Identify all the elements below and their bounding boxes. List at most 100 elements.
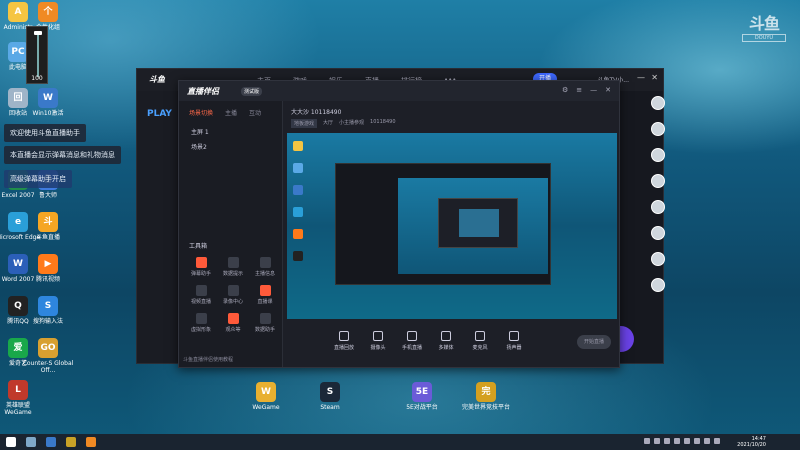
tray-icon[interactable]: [704, 438, 710, 444]
app-icon: S: [38, 296, 58, 316]
taskbar-app-icon[interactable]: [86, 437, 96, 447]
close-icon[interactable]: ✕: [605, 86, 611, 94]
desktop-icon[interactable]: 完完美世界竞技平台: [460, 382, 512, 411]
media-button[interactable]: 多媒体: [429, 331, 463, 351]
tool-item[interactable]: 数据助手: [249, 313, 281, 333]
app-icon: GO: [38, 338, 58, 358]
speaker-button[interactable]: 扬声器: [497, 331, 531, 351]
app-icon: W: [256, 382, 276, 402]
tab-interact[interactable]: 互动: [249, 108, 261, 117]
tray-icon[interactable]: [644, 438, 650, 444]
volume-value: 100: [31, 75, 43, 82]
tool-item[interactable]: 直播课: [249, 285, 281, 305]
tool-item[interactable]: 虚拟形象: [185, 313, 217, 333]
replay-label: 直播回放: [333, 345, 354, 351]
tool-item[interactable]: 录像中心: [217, 285, 249, 305]
desktop-icon-label: Win10激活: [32, 110, 64, 117]
tool-label: 虚拟形象: [190, 327, 211, 333]
app-icon: 斗: [38, 212, 58, 232]
camera-icon: [373, 331, 383, 341]
tutorial-notice[interactable]: 斗鱼直播伴侣使用教程: [183, 356, 233, 363]
start-button-icon[interactable]: [6, 437, 16, 447]
replay-button[interactable]: 直播回放: [327, 331, 361, 351]
avatar[interactable]: [651, 174, 665, 188]
speaker-icon: [509, 331, 519, 341]
watermark-text: DOUYU: [742, 34, 786, 42]
tool-item[interactable]: 观众等: [217, 313, 249, 333]
room-tag[interactable]: 小主播参观: [339, 119, 364, 128]
start-live-button[interactable]: 开始直播: [577, 335, 611, 349]
watermark-logo: 斗鱼: [748, 14, 780, 33]
desktop-icon[interactable]: S 搜狗输入法: [22, 296, 74, 325]
tray-icon[interactable]: [664, 438, 670, 444]
toolbox-header: 工具箱: [189, 243, 208, 250]
camera-button[interactable]: 摄像头: [361, 331, 395, 351]
search-icon[interactable]: [26, 437, 36, 447]
taskbar-app-icon[interactable]: [46, 437, 56, 447]
tool-item[interactable]: 数据提示: [217, 257, 249, 277]
play-label[interactable]: PLAY: [147, 109, 172, 119]
taskbar-app-icon[interactable]: [66, 437, 76, 447]
tray-icon[interactable]: [684, 438, 690, 444]
scene-item[interactable]: 场景2: [179, 139, 282, 154]
tab-streamer[interactable]: 主播: [225, 108, 237, 117]
scene-item[interactable]: 主屏 1: [179, 124, 282, 139]
volume-slider-track[interactable]: [37, 33, 39, 77]
tool-icon: [227, 313, 239, 324]
avatar[interactable]: [651, 148, 665, 162]
settings-icon[interactable]: ⚙: [562, 86, 568, 94]
volume-popup[interactable]: 100: [26, 26, 48, 84]
desktop-icon[interactable]: GO Counter-S Global Off...: [22, 338, 74, 374]
desktop-icon-label: 英雄联盟 WeGame: [4, 402, 32, 416]
tray-icon[interactable]: [654, 438, 660, 444]
desktop-icon[interactable]: ▶ 腾讯视频: [22, 254, 74, 283]
tool-label: 弹幕助手: [190, 271, 211, 277]
room-tag[interactable]: 地板游戏: [291, 119, 318, 128]
room-message-toast: 本直播会显示弹幕消息和礼物消息: [4, 146, 121, 164]
tool-item[interactable]: 主播信息: [249, 257, 281, 277]
welcome-toast: 欢迎使用斗鱼直播助手: [4, 124, 86, 142]
room-tag[interactable]: 大厅: [323, 119, 333, 128]
desktop-icon-label: 斗鱼直播: [35, 234, 60, 241]
avatar[interactable]: [651, 278, 665, 292]
preview-nested-window: [438, 198, 518, 248]
tray-icon[interactable]: [694, 438, 700, 444]
microphone-button[interactable]: 麦克风: [463, 331, 497, 351]
broadcaster-header: 直播伴侣 测试版 ⚙ ≡ — ✕: [179, 81, 619, 101]
volume-slider-knob[interactable]: [34, 31, 42, 35]
toolbox-grid: 弹幕助手 数据提示 主播信息视频直播 录像中心 直播课虚拟形象 观众等 数据助手: [185, 257, 281, 333]
media-icon: [441, 331, 451, 341]
phone-live-button[interactable]: 手机直播: [395, 331, 429, 351]
desktop-icon[interactable]: 5E 5E对战平台: [396, 382, 448, 411]
desktop-icon[interactable]: S Steam: [304, 382, 356, 411]
preview-desktop-icon: [293, 141, 303, 151]
avatar-strip: [648, 96, 668, 304]
tab-scenes[interactable]: 场景切换: [189, 108, 213, 117]
stream-preview[interactable]: [287, 133, 617, 319]
close-icon[interactable]: ✕: [651, 73, 658, 82]
avatar[interactable]: [651, 122, 665, 136]
tray-icon[interactable]: [674, 438, 680, 444]
minimize-icon[interactable]: —: [637, 73, 645, 82]
app-logo: 斗鱼: [149, 75, 165, 84]
tray-icon[interactable]: [714, 438, 720, 444]
desktop-icon[interactable]: 斗斗鱼直播: [22, 212, 74, 241]
microphone-label: 麦克风: [472, 345, 488, 351]
preview-nested-window: [335, 163, 551, 285]
app-left-nav: PLAY: [137, 91, 177, 363]
desktop-icon[interactable]: L 英雄联盟 WeGame: [0, 380, 44, 416]
desktop-icon[interactable]: W Win10激活: [22, 88, 74, 117]
tool-icon: [227, 285, 239, 296]
avatar[interactable]: [651, 200, 665, 214]
desktop-icon[interactable]: W WeGame: [240, 382, 292, 411]
app-icon: 个: [38, 2, 58, 22]
desktop-icon-label: Steam: [320, 404, 340, 411]
tool-item[interactable]: 弹幕助手: [185, 257, 217, 277]
menu-icon[interactable]: ≡: [576, 86, 582, 94]
tool-item[interactable]: 视频直播: [185, 285, 217, 305]
clock[interactable]: 14:47 2021/10/20: [737, 436, 766, 448]
avatar[interactable]: [651, 96, 665, 110]
avatar[interactable]: [651, 252, 665, 266]
minimize-icon[interactable]: —: [590, 86, 597, 94]
avatar[interactable]: [651, 226, 665, 240]
